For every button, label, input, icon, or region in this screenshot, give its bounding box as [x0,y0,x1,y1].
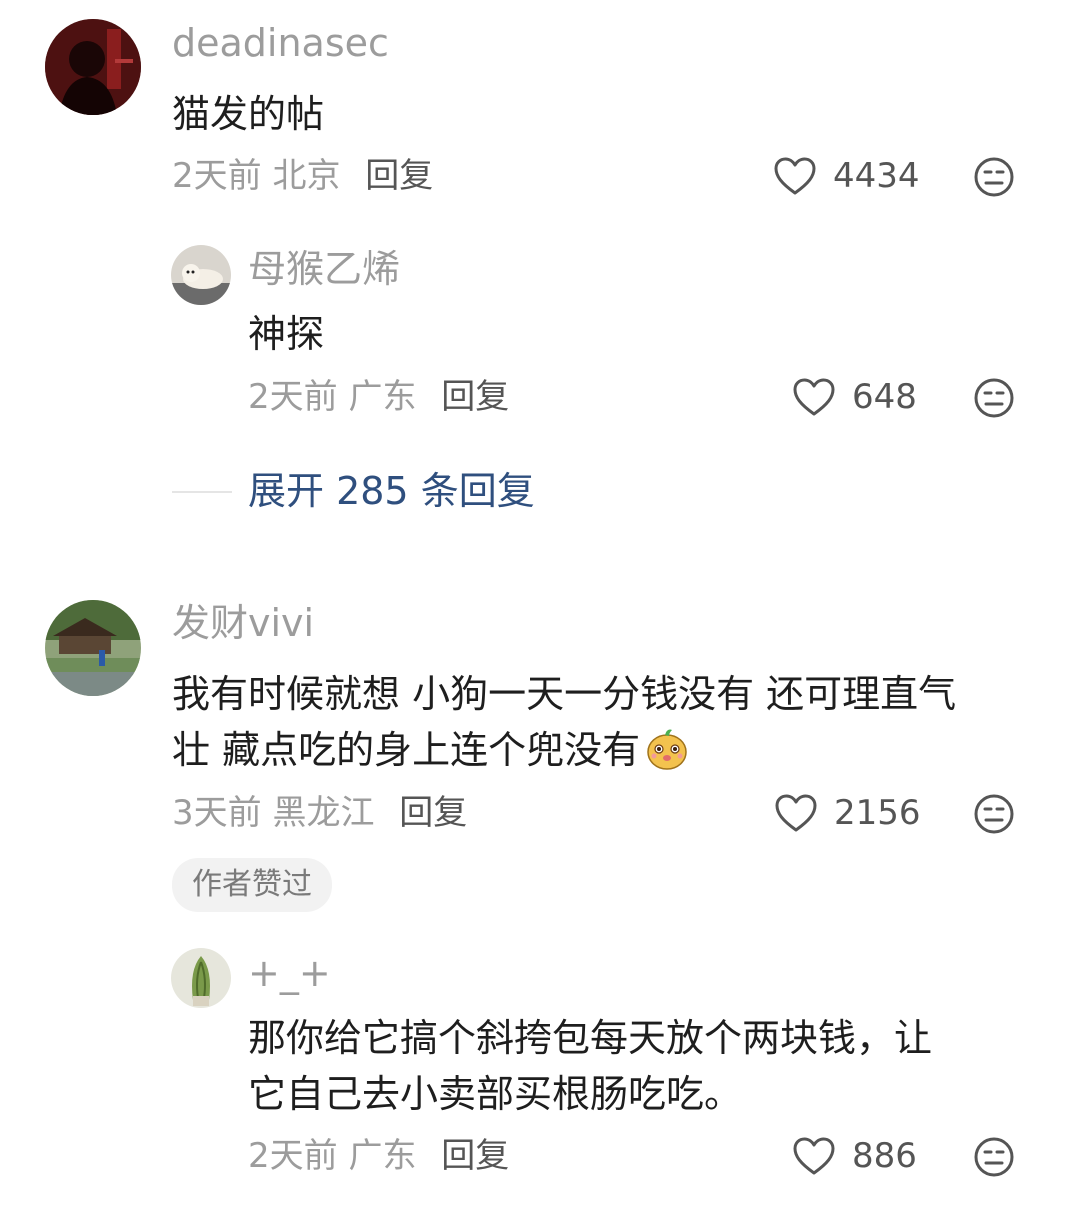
garden-pavilion-avatar [45,600,141,696]
smiling-potato-emoji [647,729,687,770]
comment-time: 3天前 [172,793,262,833]
reply-content-line: 那你给它搞个斜挎包每天放个两块钱，让 [248,1016,933,1060]
comment-content-line: 壮 藏点吃的身上连个兜没有 [172,722,1052,778]
comment-content-line: 我有时候就想 小狗一天一分钱没有 还可理直气 [172,672,957,716]
comment-username[interactable]: deadinasec [172,20,389,66]
avatar[interactable] [45,600,141,696]
comment-username[interactable]: 发财vivi [172,600,314,646]
reply-content: 神探 [248,312,325,356]
reply-meta: 2天前 广东 回复 [248,1136,509,1176]
reply-avatar[interactable] [171,948,231,1008]
comment-time: 2天前 [172,156,262,196]
heart-outline-icon [775,794,817,832]
heart-outline-icon [774,157,816,195]
reply-button[interactable]: 回复 [399,793,467,833]
comment-location: 北京 [272,156,341,196]
comment-content: 猫发的帖 [172,92,325,136]
like-count: 2156 [834,793,921,833]
comment-meta: 3天前 黑龙江 回复 [172,793,467,833]
reply-time: 2天前 [248,377,338,417]
heart-outline-icon [793,378,835,416]
like-button[interactable]: 2156 [774,793,921,837]
like-count: 886 [852,1136,917,1176]
like-button[interactable]: 648 [792,377,917,421]
reply-username[interactable]: +_+ [248,950,331,996]
reply-location: 广东 [348,377,417,417]
reply-meta: 2天前 广东 回复 [248,377,509,417]
comment-location: 黑龙江 [272,793,375,833]
reply-button[interactable]: 回复 [441,377,509,417]
reply-button[interactable]: 回复 [441,1136,509,1176]
expand-replies-link[interactable]: 展开 285 条回复 [248,468,535,514]
like-button[interactable]: 886 [792,1136,917,1180]
reply-content: 那你给它搞个斜挎包每天放个两块钱，让 它自己去小卖部买根肠吃吃。 [248,1010,1048,1122]
expand-divider [172,491,232,493]
unhappy-face-icon[interactable] [973,377,1015,419]
reply-time: 2天前 [248,1136,338,1176]
reply-button[interactable]: 回复 [365,156,433,196]
reply-content-line: 它自己去小卖部买根肠吃吃。 [248,1072,743,1116]
unhappy-face-icon[interactable] [973,156,1015,198]
heart-outline-icon [793,1137,835,1175]
author-liked-badge: 作者赞过 [172,858,332,912]
reply-avatar[interactable] [171,245,231,305]
comment-content: 我有时候就想 小狗一天一分钱没有 还可理直气 壮 藏点吃的身上连个兜没有 [172,666,1052,778]
reply-username[interactable]: 母猴乙烯 [248,246,400,292]
unhappy-face-icon[interactable] [973,1136,1015,1178]
comment-content-text: 壮 藏点吃的身上连个兜没有 [172,728,641,772]
like-count: 4434 [833,156,920,196]
dark-red-portrait-avatar [45,19,141,115]
like-button[interactable]: 4434 [773,156,920,200]
like-count: 648 [852,377,917,417]
avatar[interactable] [45,19,141,115]
unhappy-face-icon[interactable] [973,793,1015,835]
comment-meta: 2天前 北京 回复 [172,156,433,196]
reply-location: 广东 [348,1136,417,1176]
green-plant-avatar [171,948,231,1008]
white-dog-avatar [171,245,231,305]
